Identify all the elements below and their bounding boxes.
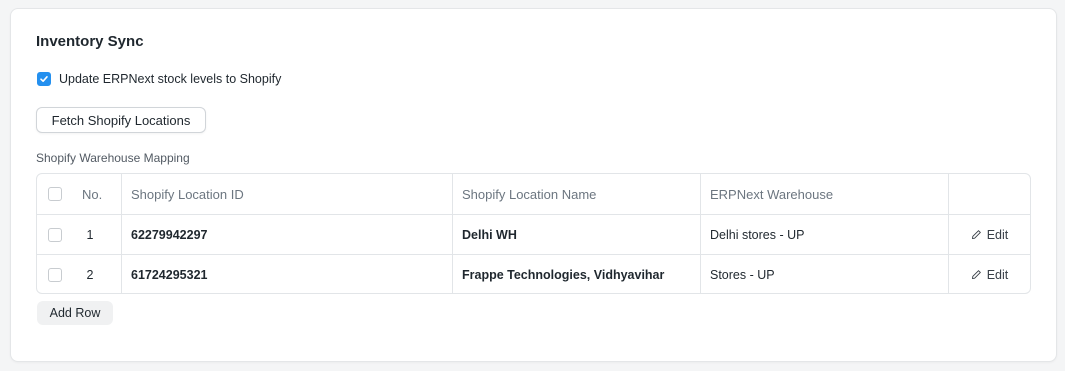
location-id-cell[interactable]: 62279942297 (122, 215, 453, 254)
pencil-icon (971, 270, 981, 279)
column-header-no: No. (73, 174, 122, 214)
warehouse-mapping-label: Shopify Warehouse Mapping (36, 151, 190, 165)
row-actions-cell: Edit (949, 255, 1030, 293)
warehouse-mapping-table: No. Shopify Location ID Shopify Location… (36, 173, 1031, 294)
edit-label: Edit (986, 227, 1009, 242)
edit-label: Edit (986, 267, 1009, 282)
column-header-actions (949, 174, 1030, 214)
location-name-cell[interactable]: Delhi WH (453, 215, 701, 254)
location-name-cell[interactable]: Frappe Technologies, Vidhyavihar (453, 255, 701, 293)
inventory-sync-card: Inventory Sync Update ERPNext stock leve… (10, 8, 1057, 362)
column-header-erpnext-warehouse: ERPNext Warehouse (701, 174, 949, 214)
table-header-row: No. Shopify Location ID Shopify Location… (37, 174, 1030, 214)
row-checkbox[interactable] (48, 267, 62, 282)
add-row-button[interactable]: Add Row (37, 301, 113, 325)
table-row[interactable]: 1 62279942297 Delhi WH Delhi stores - UP… (37, 214, 1030, 254)
column-header-location-id: Shopify Location ID (122, 174, 453, 214)
select-all-cell (37, 174, 73, 214)
column-header-location-name: Shopify Location Name (453, 174, 701, 214)
edit-row-button[interactable]: Edit (971, 267, 1009, 282)
row-actions-cell: Edit (949, 215, 1030, 254)
row-select-cell (37, 215, 73, 254)
row-number: 2 (73, 255, 122, 293)
update-stock-checkbox[interactable] (37, 72, 51, 86)
table-row[interactable]: 2 61724295321 Frappe Technologies, Vidhy… (37, 254, 1030, 293)
fetch-shopify-locations-button[interactable]: Fetch Shopify Locations (36, 107, 206, 133)
location-id-cell[interactable]: 61724295321 (122, 255, 453, 293)
row-checkbox[interactable] (48, 227, 62, 242)
section-title: Inventory Sync (36, 33, 144, 50)
check-icon (40, 76, 48, 82)
erpnext-warehouse-cell[interactable]: Stores - UP (701, 255, 949, 293)
edit-row-button[interactable]: Edit (971, 227, 1009, 242)
select-all-checkbox[interactable] (48, 187, 62, 201)
pencil-icon (971, 230, 981, 239)
update-stock-label: Update ERPNext stock levels to Shopify (59, 72, 282, 86)
update-stock-checkbox-row[interactable]: Update ERPNext stock levels to Shopify (37, 72, 281, 86)
erpnext-warehouse-cell[interactable]: Delhi stores - UP (701, 215, 949, 254)
row-number: 1 (73, 215, 122, 254)
row-select-cell (37, 255, 73, 293)
